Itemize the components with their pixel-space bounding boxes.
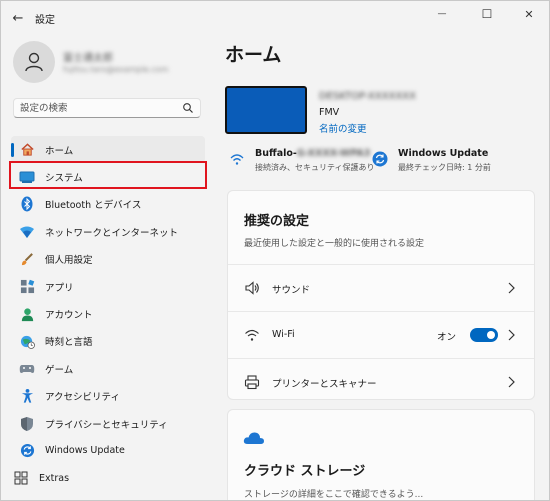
wifi-ssid-redacted: G-XXXX-WPA3 xyxy=(296,148,371,159)
back-arrow-icon: ← xyxy=(12,10,24,26)
rename-link[interactable]: 名前の変更 xyxy=(319,121,367,135)
recommended-subtitle: 最近使用した設定と一般的に使用される設定 xyxy=(244,239,425,249)
recommended-settings-card: 推奨の設定 最近使用した設定と一般的に使用される設定 サウンド Wi-Fi オン xyxy=(227,190,535,400)
cloud-storage-card: クラウド ストレージ ストレージの詳細をここで確認できるよう... xyxy=(227,409,535,500)
search-box[interactable] xyxy=(13,98,201,118)
sidebar-item-accessibility[interactable]: アクセシビリティ xyxy=(11,383,205,410)
update-status-title[interactable]: Windows Update xyxy=(398,148,488,159)
user-email: fujitsu.taro@example.com xyxy=(63,65,169,74)
cloud-storage-title: クラウド ストレージ xyxy=(244,464,366,479)
cloud-icon xyxy=(243,432,264,444)
setting-row-sound[interactable]: サウンド xyxy=(228,264,534,311)
bluetooth-icon xyxy=(19,196,35,212)
user-name: 富士通太郎 xyxy=(63,53,113,64)
setting-row-printers[interactable]: プリンターとスキャナー xyxy=(228,358,534,405)
gaming-icon xyxy=(19,361,35,377)
wifi-status-subtitle: 接続済み、セキュリティ保護あり xyxy=(255,163,375,172)
device-name: DESKTOP-XXXXXXX xyxy=(319,91,417,102)
sidebar-item-label: 個人用設定 xyxy=(45,255,93,267)
speaker-icon xyxy=(245,281,259,295)
sidebar-item-label: ホーム xyxy=(45,145,74,157)
sidebar-item-label: Windows Update xyxy=(45,445,125,457)
back-button[interactable]: ← xyxy=(9,9,27,27)
minimize-button[interactable]: — xyxy=(426,5,458,23)
wifi-toggle[interactable] xyxy=(470,328,498,342)
toggle-knob xyxy=(487,331,495,339)
sidebar-item-windows-update[interactable]: Windows Update xyxy=(11,437,205,464)
highlight-box xyxy=(9,161,207,189)
setting-row-label: Wi-Fi xyxy=(272,329,295,340)
sidebar-item-privacy[interactable]: プライバシーとセキュリティ xyxy=(11,410,205,437)
cloud-storage-subtitle: ストレージの詳細をここで確認できるよう... xyxy=(244,490,424,500)
sidebar-item-extras[interactable]: Extras xyxy=(5,465,205,492)
setting-row-label: サウンド xyxy=(272,285,311,296)
sidebar-item-label: アプリ xyxy=(45,282,74,294)
extras-icon xyxy=(13,470,29,486)
update-status-icon xyxy=(372,151,388,167)
time-language-icon xyxy=(19,333,35,349)
page-title: ホーム xyxy=(225,44,282,66)
wifi-status-title[interactable]: Buffalo-G-XXXX-WPA3 xyxy=(255,148,370,159)
recommended-title: 推奨の設定 xyxy=(244,214,310,229)
network-icon xyxy=(19,224,35,240)
sidebar-item-label: ネットワークとインターネット xyxy=(45,227,179,239)
accessibility-icon xyxy=(19,388,35,404)
setting-row-wifi[interactable]: Wi-Fi オン xyxy=(228,311,534,358)
maximize-button[interactable]: ☐ xyxy=(471,5,503,23)
sidebar-item-label: アカウント xyxy=(45,310,93,322)
wifi-ssid-prefix: Buffalo- xyxy=(255,148,297,159)
settings-window: ← 設定 — ☐ ✕ 富士通太郎 fujitsu.taro@example.co… xyxy=(0,0,550,501)
sidebar-item-label: アクセシビリティ xyxy=(45,392,120,404)
sidebar-item-personalization[interactable]: 個人用設定 xyxy=(11,246,205,273)
search-input[interactable] xyxy=(20,101,180,116)
sidebar-item-label: プライバシーとセキュリティ xyxy=(45,419,168,431)
sidebar-item-label: Extras xyxy=(39,472,70,484)
device-model: FMV xyxy=(319,107,340,118)
apps-icon xyxy=(19,279,35,295)
sidebar-item-gaming[interactable]: ゲーム xyxy=(11,355,205,382)
user-icon xyxy=(25,52,43,72)
device-thumbnail xyxy=(225,86,307,134)
wifi-toggle-state: オン xyxy=(436,332,456,343)
sidebar-item-time-language[interactable]: 時刻と言語 xyxy=(11,328,205,355)
sidebar-item-label: 時刻と言語 xyxy=(45,337,93,349)
personalization-icon xyxy=(19,251,35,267)
close-button[interactable]: ✕ xyxy=(513,5,545,23)
app-title: 設定 xyxy=(35,15,55,26)
title-bar: ← 設定 — ☐ ✕ xyxy=(1,1,549,33)
maximize-icon: ☐ xyxy=(481,7,493,21)
printer-icon xyxy=(244,375,260,390)
search-icon[interactable] xyxy=(182,102,194,114)
sidebar-item-label: Bluetooth とデバイス xyxy=(45,200,142,212)
sidebar-item-bluetooth[interactable]: Bluetooth とデバイス xyxy=(11,191,205,218)
avatar[interactable] xyxy=(13,41,55,83)
windows-update-icon xyxy=(19,443,35,459)
sidebar-item-home[interactable]: ホーム xyxy=(11,136,205,164)
wifi-status-icon xyxy=(230,154,244,165)
minimize-icon: — xyxy=(437,9,447,19)
update-status-subtitle: 最終チェック日時: 1 分前 xyxy=(398,163,491,172)
accounts-icon xyxy=(19,306,35,322)
home-icon xyxy=(19,142,35,158)
close-icon: ✕ xyxy=(524,7,534,21)
chevron-right-icon xyxy=(508,282,515,294)
chevron-right-icon xyxy=(508,329,515,341)
sidebar-item-accounts[interactable]: アカウント xyxy=(11,300,205,327)
setting-row-label: プリンターとスキャナー xyxy=(272,379,377,390)
privacy-icon xyxy=(19,416,35,432)
wifi-icon xyxy=(245,329,259,341)
sidebar-item-network[interactable]: ネットワークとインターネット xyxy=(11,218,205,245)
chevron-right-icon xyxy=(508,376,515,388)
sidebar-nav: ホーム システム Bluetooth とデバイス ネットワークとインターネット … xyxy=(11,136,205,492)
sidebar-item-apps[interactable]: アプリ xyxy=(11,273,205,300)
sidebar-item-label: ゲーム xyxy=(45,364,74,376)
